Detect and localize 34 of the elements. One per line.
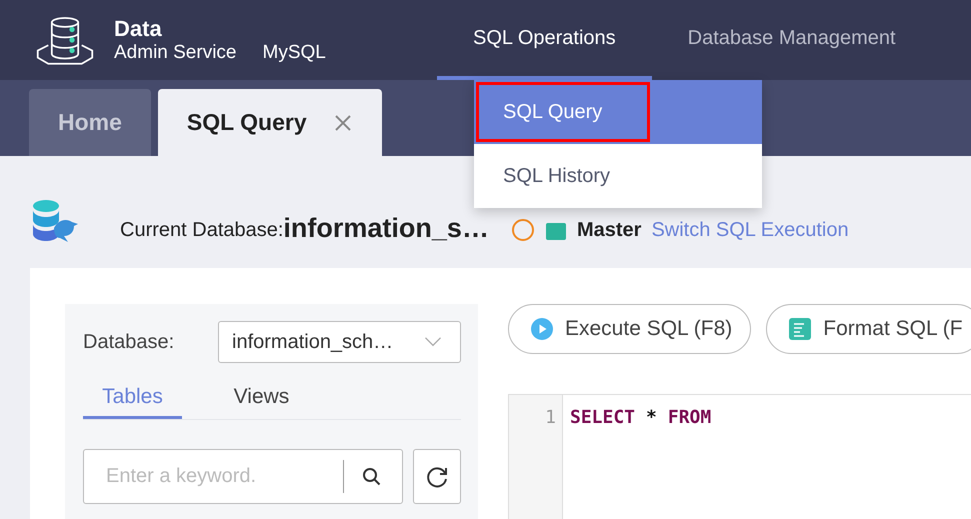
- current-database-label: Current Database:: [120, 219, 284, 242]
- database-select[interactable]: information_sch…: [218, 321, 461, 363]
- tab-label: Home: [58, 109, 122, 136]
- menu-item[interactable]: SQL History: [474, 144, 762, 208]
- select-value: information_sch…: [232, 330, 394, 354]
- page-tab[interactable]: SQL Query: [158, 89, 382, 156]
- chevron-down-icon: [424, 337, 442, 347]
- brand-subtitle: Admin Service: [114, 42, 236, 64]
- play-icon: [531, 318, 553, 340]
- brand-title: Data: [114, 16, 163, 42]
- line-number: 1: [544, 406, 557, 428]
- database-icon: [30, 198, 80, 242]
- menu-item[interactable]: SQL Query: [474, 80, 652, 144]
- nav-tab[interactable]: Database Management: [652, 0, 932, 80]
- document-icon: [789, 318, 812, 340]
- code-token: SELECT: [570, 406, 636, 428]
- tab-label: SQL Query: [186, 109, 307, 136]
- search-field[interactable]: Enter a keyword.: [83, 449, 403, 504]
- database-logo-icon: [36, 15, 94, 65]
- page-tab[interactable]: Home: [29, 89, 151, 156]
- refresh-button[interactable]: [413, 449, 461, 504]
- sidebar-tab[interactable]: Views: [212, 377, 311, 419]
- node-label: Master: [576, 219, 642, 242]
- current-database-name: information_s…: [283, 215, 489, 242]
- refresh-icon: [425, 464, 449, 488]
- toolbar-button[interactable]: Format SQL (F: [766, 304, 971, 354]
- close-icon[interactable]: [332, 112, 353, 132]
- toolbar-button[interactable]: Execute SQL (F8): [508, 304, 752, 354]
- code-editor[interactable]: 1 SELECT * FROM: [508, 394, 971, 519]
- search-icon[interactable]: [362, 466, 382, 486]
- engine-label: MySQL: [262, 42, 326, 64]
- code-token: FROM: [668, 406, 712, 428]
- database-label: Database:: [83, 330, 174, 354]
- code-token: *: [646, 406, 657, 428]
